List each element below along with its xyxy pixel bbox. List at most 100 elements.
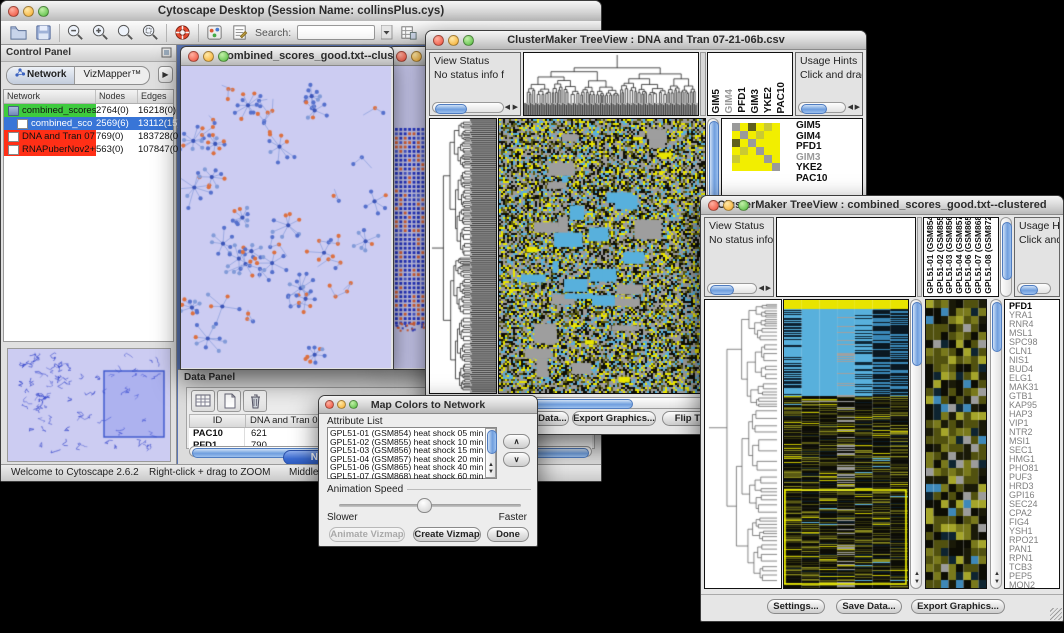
scroll-thumb[interactable] bbox=[487, 430, 497, 454]
treeview1-column-dendrogram[interactable] bbox=[523, 52, 699, 116]
row-label[interactable]: MON2 bbox=[1009, 581, 1039, 589]
scroll-up-arrow[interactable]: ▲ bbox=[914, 571, 920, 578]
new-attribute-icon[interactable] bbox=[217, 390, 241, 412]
zoom-button[interactable] bbox=[349, 400, 358, 409]
move-up-button[interactable]: ∧ bbox=[503, 434, 530, 449]
scroll-thumb[interactable] bbox=[992, 302, 1002, 352]
dialog-titlebar[interactable]: Map Colors to Network bbox=[319, 396, 537, 414]
summary-heatmap-cell[interactable] bbox=[748, 155, 756, 163]
minimize-button[interactable] bbox=[723, 200, 734, 211]
scroll-up-arrow[interactable]: ▲ bbox=[994, 571, 1000, 578]
scroll-thumb[interactable] bbox=[1020, 285, 1038, 295]
scroll-left-arrow[interactable]: ◀ bbox=[505, 104, 510, 111]
summary-heatmap-cell[interactable] bbox=[756, 163, 764, 171]
zoom-out-icon[interactable] bbox=[66, 23, 85, 42]
summary-heatmap-cell[interactable] bbox=[740, 163, 748, 171]
column-label[interactable]: YKE2 bbox=[763, 87, 774, 113]
minimize-button[interactable] bbox=[411, 51, 422, 62]
zoom-in-icon[interactable] bbox=[91, 23, 110, 42]
close-button[interactable] bbox=[188, 51, 199, 62]
summary-heatmap-cell[interactable] bbox=[756, 123, 764, 131]
row-label[interactable]: PFD1 bbox=[796, 142, 828, 153]
minimize-button[interactable] bbox=[448, 35, 459, 46]
resize-grip[interactable] bbox=[1050, 608, 1062, 620]
scroll-left-arrow[interactable]: ◀ bbox=[848, 104, 853, 111]
zoom-button[interactable] bbox=[463, 35, 474, 46]
network1-titlebar[interactable]: combined_scores_good.txt--cluste... bbox=[181, 47, 393, 66]
done-button[interactable]: Done bbox=[487, 527, 529, 542]
summary-heatmap-cell[interactable] bbox=[740, 155, 748, 163]
view-status-hscrollbar[interactable] bbox=[707, 283, 757, 294]
attribute-select-icon[interactable] bbox=[191, 390, 215, 412]
summary-heatmap-cell[interactable] bbox=[740, 147, 748, 155]
network-overview-thumbnail[interactable] bbox=[7, 348, 171, 462]
scroll-thumb[interactable] bbox=[435, 104, 467, 114]
row-label[interactable]: GIM5 bbox=[796, 121, 828, 132]
row-label[interactable]: YKE2 bbox=[796, 163, 828, 174]
annotation-icon[interactable] bbox=[230, 23, 249, 42]
zoom-button[interactable] bbox=[738, 200, 749, 211]
attribute-list-vscrollbar[interactable]: ▲ ▼ bbox=[485, 428, 496, 478]
summary-heatmap-cell[interactable] bbox=[748, 163, 756, 171]
summary-heatmap-cell[interactable] bbox=[740, 139, 748, 147]
summary-heatmap-cell[interactable] bbox=[756, 139, 764, 147]
create-vizmap-button[interactable]: Create Vizmap bbox=[413, 527, 481, 542]
treeview1-summary-heatmap[interactable] bbox=[732, 123, 780, 171]
scroll-thumb[interactable] bbox=[912, 302, 922, 366]
animate-vizmap-button[interactable]: Animate Vizmap bbox=[329, 527, 405, 542]
scroll-right-arrow[interactable]: ▶ bbox=[855, 104, 860, 111]
summary-heatmap-cell[interactable] bbox=[772, 163, 780, 171]
summary-heatmap-cell[interactable] bbox=[772, 131, 780, 139]
summary-heatmap-cell[interactable] bbox=[772, 139, 780, 147]
zoom-button[interactable] bbox=[38, 6, 49, 17]
network-table-row[interactable]: DNA and Tran 07769(0)183728(0) bbox=[4, 130, 173, 143]
summary-heatmap-cell[interactable] bbox=[756, 131, 764, 139]
animation-speed-slider-thumb[interactable] bbox=[417, 498, 432, 513]
column-label[interactable]: GPL51-01 (GSM854) bbox=[925, 217, 935, 294]
zoom-fit-icon[interactable] bbox=[141, 23, 160, 42]
scroll-up-arrow[interactable]: ▲ bbox=[488, 462, 494, 469]
close-button[interactable] bbox=[708, 200, 719, 211]
summary-heatmap-cell[interactable] bbox=[764, 123, 772, 131]
treeview2-splitter[interactable] bbox=[917, 217, 922, 297]
tab-overflow-button[interactable]: ▶ bbox=[158, 66, 173, 83]
close-button[interactable] bbox=[8, 6, 19, 17]
summary-heatmap-cell[interactable] bbox=[772, 147, 780, 155]
summary-heatmap-cell[interactable] bbox=[748, 123, 756, 131]
scroll-right-arrow[interactable]: ▶ bbox=[766, 285, 771, 292]
tab-vizmapper[interactable]: VizMapper™ bbox=[75, 67, 149, 84]
move-down-button[interactable]: ∨ bbox=[503, 452, 530, 467]
attribute-listbox[interactable]: GPL51-01 (GSM854) heat shock 05 minGPL51… bbox=[327, 427, 497, 479]
summary-heatmap-cell[interactable] bbox=[764, 147, 772, 155]
scroll-thumb[interactable] bbox=[710, 285, 734, 295]
usage-hints-hscrollbar[interactable] bbox=[798, 102, 846, 113]
search-dropdown-icon[interactable] bbox=[381, 25, 393, 40]
summary-heatmap-cell[interactable] bbox=[772, 123, 780, 131]
network1-canvas[interactable] bbox=[181, 66, 391, 368]
scroll-down-arrow[interactable]: ▼ bbox=[488, 469, 494, 476]
column-label[interactable]: GIM3 bbox=[750, 89, 761, 113]
row-label[interactable]: PAC10 bbox=[796, 174, 828, 185]
column-label[interactable]: GPL51-08 (GSM872) bbox=[983, 217, 993, 294]
treeview2-titlebar[interactable]: ClusterMaker TreeView : combined_scores_… bbox=[701, 196, 1063, 215]
save-data-button[interactable]: Save Data... bbox=[836, 599, 902, 614]
help-lifering-icon[interactable] bbox=[173, 23, 192, 42]
scroll-thumb[interactable] bbox=[801, 104, 827, 114]
scroll-down-arrow[interactable]: ▼ bbox=[994, 579, 1000, 586]
open-file-icon[interactable] bbox=[9, 23, 28, 42]
view-status-hscrollbar[interactable] bbox=[432, 102, 504, 113]
summary-heatmap-cell[interactable] bbox=[748, 147, 756, 155]
scroll-left-arrow[interactable]: ◀ bbox=[759, 285, 764, 292]
scroll-right-arrow[interactable]: ▶ bbox=[513, 104, 518, 111]
close-button[interactable] bbox=[396, 51, 407, 62]
summary-heatmap-cell[interactable] bbox=[748, 131, 756, 139]
save-icon[interactable] bbox=[34, 23, 53, 42]
treeview2-row-dendrogram[interactable] bbox=[704, 299, 782, 589]
column-label[interactable]: GIM5 bbox=[711, 89, 722, 113]
scroll-down-arrow[interactable]: ▼ bbox=[914, 579, 920, 586]
export-graphics-button[interactable]: Export Graphics... bbox=[572, 411, 656, 426]
summary-heatmap-cell[interactable] bbox=[732, 139, 740, 147]
summary-heatmap-cell[interactable] bbox=[764, 139, 772, 147]
summary-heatmap-cell[interactable] bbox=[740, 123, 748, 131]
treeview2-zoom-heatmap[interactable] bbox=[925, 299, 987, 589]
